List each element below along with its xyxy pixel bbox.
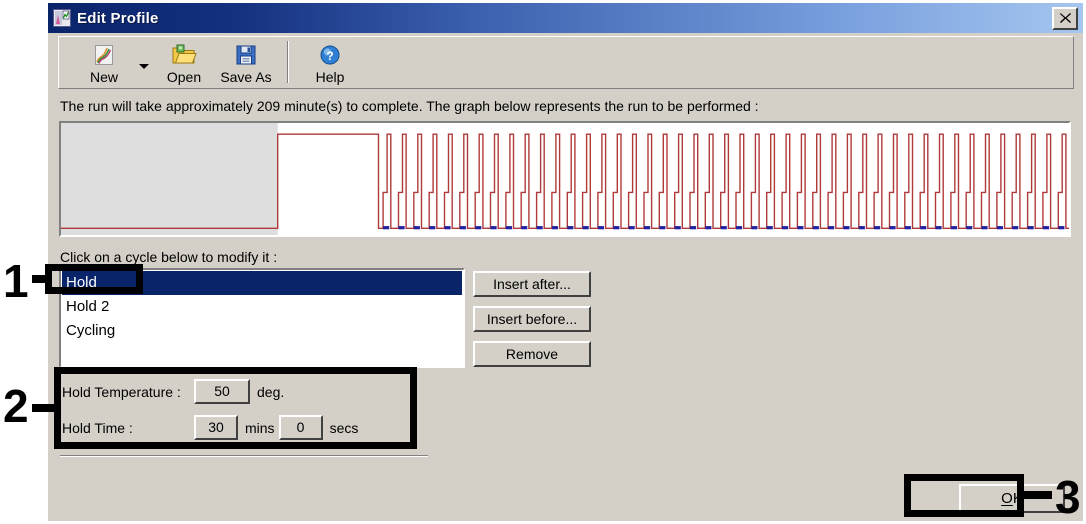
graph-acquisition-mark bbox=[674, 226, 681, 230]
title-bar: Edit Profile bbox=[48, 3, 1083, 33]
hold-temperature-unit: deg. bbox=[257, 383, 285, 400]
graph-acquisition-mark bbox=[398, 226, 405, 230]
chevron-down-icon bbox=[139, 63, 149, 69]
cycle-listbox[interactable]: Hold Hold 2 Cycling bbox=[59, 268, 465, 368]
graph-acquisition-mark bbox=[843, 226, 850, 230]
cycle-list-item-cycling[interactable]: Cycling bbox=[62, 319, 462, 343]
graph-acquisition-mark bbox=[874, 226, 881, 230]
graph-acquisition-mark bbox=[628, 226, 635, 230]
graph-acquisition-mark bbox=[582, 226, 589, 230]
annotation-number-2: 2 bbox=[3, 380, 29, 432]
graph-acquisition-mark bbox=[413, 226, 420, 230]
graph-acquisition-mark bbox=[1042, 226, 1049, 230]
graph-acquisition-mark bbox=[797, 226, 804, 230]
annotation-number-1: 1 bbox=[3, 255, 29, 307]
cycle-instruction-label: Click on a cycle below to modify it : bbox=[60, 249, 278, 265]
graph-acquisition-mark bbox=[812, 226, 819, 230]
graph-acquisition-mark bbox=[475, 226, 482, 230]
toolbar-help-button[interactable]: ? Help bbox=[299, 39, 361, 87]
new-document-icon bbox=[92, 42, 116, 68]
graph-acquisition-mark bbox=[1012, 226, 1019, 230]
toolbar-separator bbox=[287, 41, 289, 83]
hold-time-minutes-unit: mins bbox=[245, 419, 275, 436]
hold-time-row: Hold Time : 30 mins 0 secs bbox=[62, 415, 362, 440]
hold-time-seconds-field[interactable]: 0 bbox=[278, 415, 323, 440]
graph-acquisition-mark bbox=[705, 226, 712, 230]
toolbar-help-label: Help bbox=[315, 69, 345, 85]
cycle-list-item-hold-2[interactable]: Hold 2 bbox=[62, 295, 462, 319]
close-button[interactable] bbox=[1052, 6, 1078, 30]
window-title: Edit Profile bbox=[77, 9, 159, 27]
graph-selected-band bbox=[61, 123, 278, 235]
cycle-list-item-hold[interactable]: Hold bbox=[62, 271, 462, 295]
hold-parameters-group: Hold Temperature : 50 deg. Hold Time : 3… bbox=[60, 375, 425, 443]
graph-acquisition-mark bbox=[981, 226, 988, 230]
profile-graph-panel bbox=[59, 121, 1071, 237]
toolbar-new-dropdown[interactable] bbox=[135, 39, 153, 87]
screenshot-root: Edit Profile New Open Save As ? Help The… bbox=[0, 0, 1086, 524]
graph-acquisition-mark bbox=[551, 226, 558, 230]
graph-acquisition-mark bbox=[429, 226, 436, 230]
graph-acquisition-mark bbox=[736, 226, 743, 230]
graph-acquisition-mark bbox=[920, 226, 927, 230]
toolbar-save-as-label: Save As bbox=[220, 69, 272, 85]
ok-button-label: OK bbox=[1001, 490, 1023, 507]
graph-acquisition-mark bbox=[567, 226, 574, 230]
toolbar-new-label: New bbox=[89, 69, 118, 85]
graph-acquisition-mark bbox=[536, 226, 543, 230]
graph-acquisition-mark bbox=[490, 226, 497, 230]
graph-acquisition-mark bbox=[459, 226, 466, 230]
graph-acquisition-mark bbox=[766, 226, 773, 230]
run-duration-text: The run will take approximately 209 minu… bbox=[60, 98, 759, 114]
graph-acquisition-mark bbox=[659, 226, 666, 230]
graph-acquisition-mark bbox=[1027, 226, 1034, 230]
graph-acquisition-mark bbox=[858, 226, 865, 230]
graph-acquisition-mark bbox=[644, 226, 651, 230]
graph-acquisition-mark bbox=[751, 226, 758, 230]
graph-acquisition-mark bbox=[828, 226, 835, 230]
graph-acquisition-mark bbox=[1058, 226, 1065, 230]
ok-button[interactable]: OK bbox=[959, 484, 1065, 513]
graph-acquisition-mark bbox=[597, 226, 604, 230]
close-icon bbox=[1059, 13, 1071, 23]
graph-acquisition-mark bbox=[720, 226, 727, 230]
graph-acquisition-mark bbox=[904, 226, 911, 230]
toolbar-save-as-button[interactable]: Save As bbox=[215, 39, 277, 87]
insert-before-button[interactable]: Insert before... bbox=[473, 306, 591, 332]
hold-temperature-field[interactable]: 50 bbox=[194, 379, 250, 404]
graph-acquisition-mark bbox=[966, 226, 973, 230]
toolbar-new-button[interactable]: New bbox=[73, 39, 135, 87]
remove-button[interactable]: Remove bbox=[473, 341, 591, 367]
hold-time-label: Hold Time : bbox=[62, 419, 133, 436]
floppy-disk-save-icon bbox=[234, 42, 258, 68]
graph-acquisition-mark bbox=[690, 226, 697, 230]
toolbar-open-label: Open bbox=[166, 69, 202, 85]
toolbar: New Open Save As ? Help bbox=[58, 36, 1074, 89]
hold-temperature-label: Hold Temperature : bbox=[62, 383, 181, 400]
open-folder-icon bbox=[171, 42, 197, 68]
edit-profile-dialog: Edit Profile New Open Save As ? Help The… bbox=[47, 2, 1084, 522]
toolbar-open-button[interactable]: Open bbox=[153, 39, 215, 87]
graph-acquisition-mark bbox=[996, 226, 1003, 230]
graph-acquisition-mark bbox=[782, 226, 789, 230]
graph-acquisition-mark bbox=[444, 226, 451, 230]
graph-acquisition-mark bbox=[950, 226, 957, 230]
hold-time-seconds-unit: secs bbox=[329, 419, 359, 436]
help-question-icon: ? bbox=[319, 42, 341, 68]
hold-time-minutes-field[interactable]: 30 bbox=[194, 415, 238, 440]
hold-temperature-row: Hold Temperature : 50 deg. bbox=[62, 379, 288, 404]
insert-after-button[interactable]: Insert after... bbox=[473, 271, 591, 297]
graph-acquisition-mark bbox=[613, 226, 620, 230]
graph-acquisition-mark bbox=[521, 226, 528, 230]
section-divider bbox=[60, 455, 428, 457]
graph-acquisition-mark bbox=[889, 226, 896, 230]
thermal-profile-graph bbox=[61, 123, 1069, 235]
svg-text:?: ? bbox=[326, 49, 333, 63]
app-profile-icon bbox=[53, 9, 71, 27]
graph-acquisition-mark bbox=[935, 226, 942, 230]
graph-acquisition-mark bbox=[505, 226, 512, 230]
graph-acquisition-mark bbox=[383, 226, 390, 230]
